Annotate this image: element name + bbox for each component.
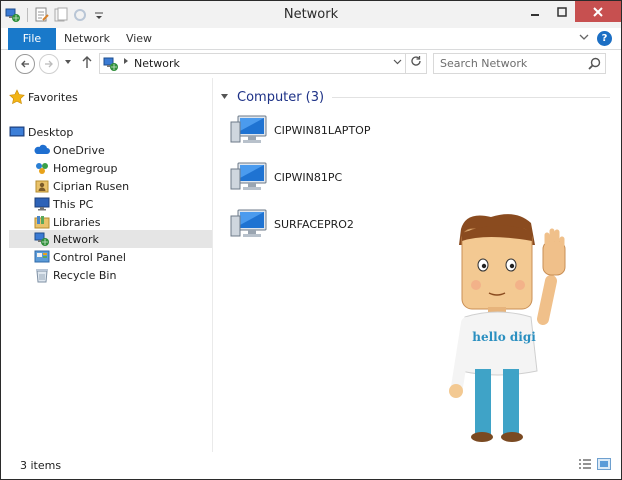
arrow-left-icon bbox=[21, 60, 29, 68]
close-icon bbox=[593, 6, 603, 17]
tab-file[interactable]: File bbox=[8, 28, 56, 50]
nav-favorites[interactable]: Favorites bbox=[9, 88, 212, 106]
mascot-illustration: hello digi bbox=[431, 211, 591, 451]
arrow-right-icon bbox=[45, 60, 53, 68]
computer-item[interactable]: SURFACEPRO2 bbox=[229, 207, 399, 241]
minimize-icon bbox=[530, 13, 539, 16]
title-bar: Network bbox=[1, 1, 621, 28]
refresh-icon bbox=[411, 56, 421, 66]
network-icon bbox=[34, 231, 50, 247]
back-button[interactable] bbox=[15, 54, 35, 74]
recycle-bin-icon bbox=[34, 267, 50, 283]
search-input[interactable] bbox=[434, 54, 574, 73]
nav-item-label: Homegroup bbox=[53, 161, 118, 175]
nav-item-homegroup[interactable]: Homegroup bbox=[34, 159, 212, 177]
nav-item-label: Ciprian Rusen bbox=[53, 179, 130, 193]
status-bar: 3 items bbox=[1, 452, 621, 479]
nav-item-recycle-bin[interactable]: Recycle Bin bbox=[34, 266, 212, 284]
search-box[interactable] bbox=[433, 53, 606, 74]
nav-item-libraries[interactable]: Libraries bbox=[34, 213, 212, 231]
breadcrumb-separator-icon[interactable] bbox=[122, 57, 130, 67]
nav-desktop[interactable]: Desktop bbox=[9, 123, 212, 141]
control-panel-icon bbox=[34, 249, 50, 265]
address-bar[interactable]: Network bbox=[99, 53, 427, 74]
tab-network[interactable]: Network bbox=[58, 28, 116, 50]
nav-favorites-label: Favorites bbox=[28, 90, 78, 104]
address-row: Network bbox=[1, 50, 621, 78]
nav-item-label: This PC bbox=[53, 197, 94, 211]
onedrive-icon bbox=[34, 142, 50, 158]
nav-item-onedrive[interactable]: OneDrive bbox=[34, 141, 212, 159]
group-count: (3) bbox=[305, 89, 325, 105]
computer-name: CIPWIN81LAPTOP bbox=[274, 123, 371, 137]
homegroup-icon bbox=[34, 160, 50, 176]
nav-item-network[interactable]: Network bbox=[9, 230, 212, 248]
forward-button[interactable] bbox=[39, 54, 59, 74]
minimize-button[interactable] bbox=[521, 1, 548, 22]
maximize-icon bbox=[556, 6, 567, 17]
nav-item-user-folder[interactable]: Ciprian Rusen bbox=[34, 177, 212, 195]
item-count: 3 items bbox=[20, 459, 62, 472]
tab-view[interactable]: View bbox=[118, 28, 160, 50]
network-icon bbox=[103, 56, 119, 72]
group-header[interactable]: Computer (3) bbox=[220, 88, 610, 106]
computer-icon bbox=[229, 114, 269, 146]
nav-desktop-label: Desktop bbox=[28, 125, 74, 139]
computer-icon bbox=[229, 208, 269, 240]
close-button[interactable] bbox=[575, 1, 621, 22]
libraries-icon bbox=[34, 214, 50, 230]
group-divider bbox=[332, 96, 610, 98]
nav-item-label: Network bbox=[53, 232, 99, 246]
window-controls bbox=[521, 1, 621, 22]
address-history-dropdown-icon[interactable] bbox=[393, 57, 402, 69]
large-icons-view-icon[interactable] bbox=[597, 458, 611, 470]
user-folder-icon bbox=[34, 178, 50, 194]
search-icon[interactable] bbox=[588, 57, 601, 70]
collapse-group-icon[interactable] bbox=[220, 92, 229, 103]
computer-name: SURFACEPRO2 bbox=[274, 217, 354, 231]
nav-item-label: OneDrive bbox=[53, 143, 105, 157]
expand-ribbon-icon[interactable] bbox=[577, 32, 591, 46]
navigation-pane: Favorites Desktop OneDrive Homegroup Cip bbox=[1, 78, 213, 452]
nav-item-label: Libraries bbox=[53, 215, 101, 229]
recent-locations-icon[interactable] bbox=[64, 58, 72, 68]
nav-item-label: Control Panel bbox=[53, 250, 126, 264]
help-icon[interactable]: ? bbox=[597, 31, 612, 46]
arrow-up-icon bbox=[82, 56, 92, 68]
details-view-icon[interactable] bbox=[578, 458, 592, 470]
computer-item[interactable]: CIPWIN81LAPTOP bbox=[229, 113, 399, 147]
maximize-button[interactable] bbox=[548, 1, 575, 22]
computer-icon bbox=[229, 161, 269, 193]
mascot-shirt-text: hello digi bbox=[472, 330, 536, 344]
breadcrumb-network[interactable]: Network bbox=[134, 57, 180, 70]
this-pc-icon bbox=[34, 196, 50, 212]
star-icon bbox=[9, 89, 25, 105]
group-title: Computer bbox=[237, 89, 302, 105]
nav-item-control-panel[interactable]: Control Panel bbox=[34, 248, 212, 266]
computer-item[interactable]: CIPWIN81PC bbox=[229, 160, 399, 194]
refresh-button[interactable] bbox=[405, 54, 426, 73]
desktop-icon bbox=[9, 124, 25, 140]
nav-item-label: Recycle Bin bbox=[53, 268, 117, 282]
computer-name: CIPWIN81PC bbox=[274, 170, 343, 184]
nav-item-this-pc[interactable]: This PC bbox=[34, 195, 212, 213]
up-button[interactable] bbox=[81, 55, 93, 73]
ribbon-tabs: File Network View ? bbox=[1, 28, 621, 50]
explorer-window: Network File Network View ? Network Sear… bbox=[0, 0, 622, 480]
